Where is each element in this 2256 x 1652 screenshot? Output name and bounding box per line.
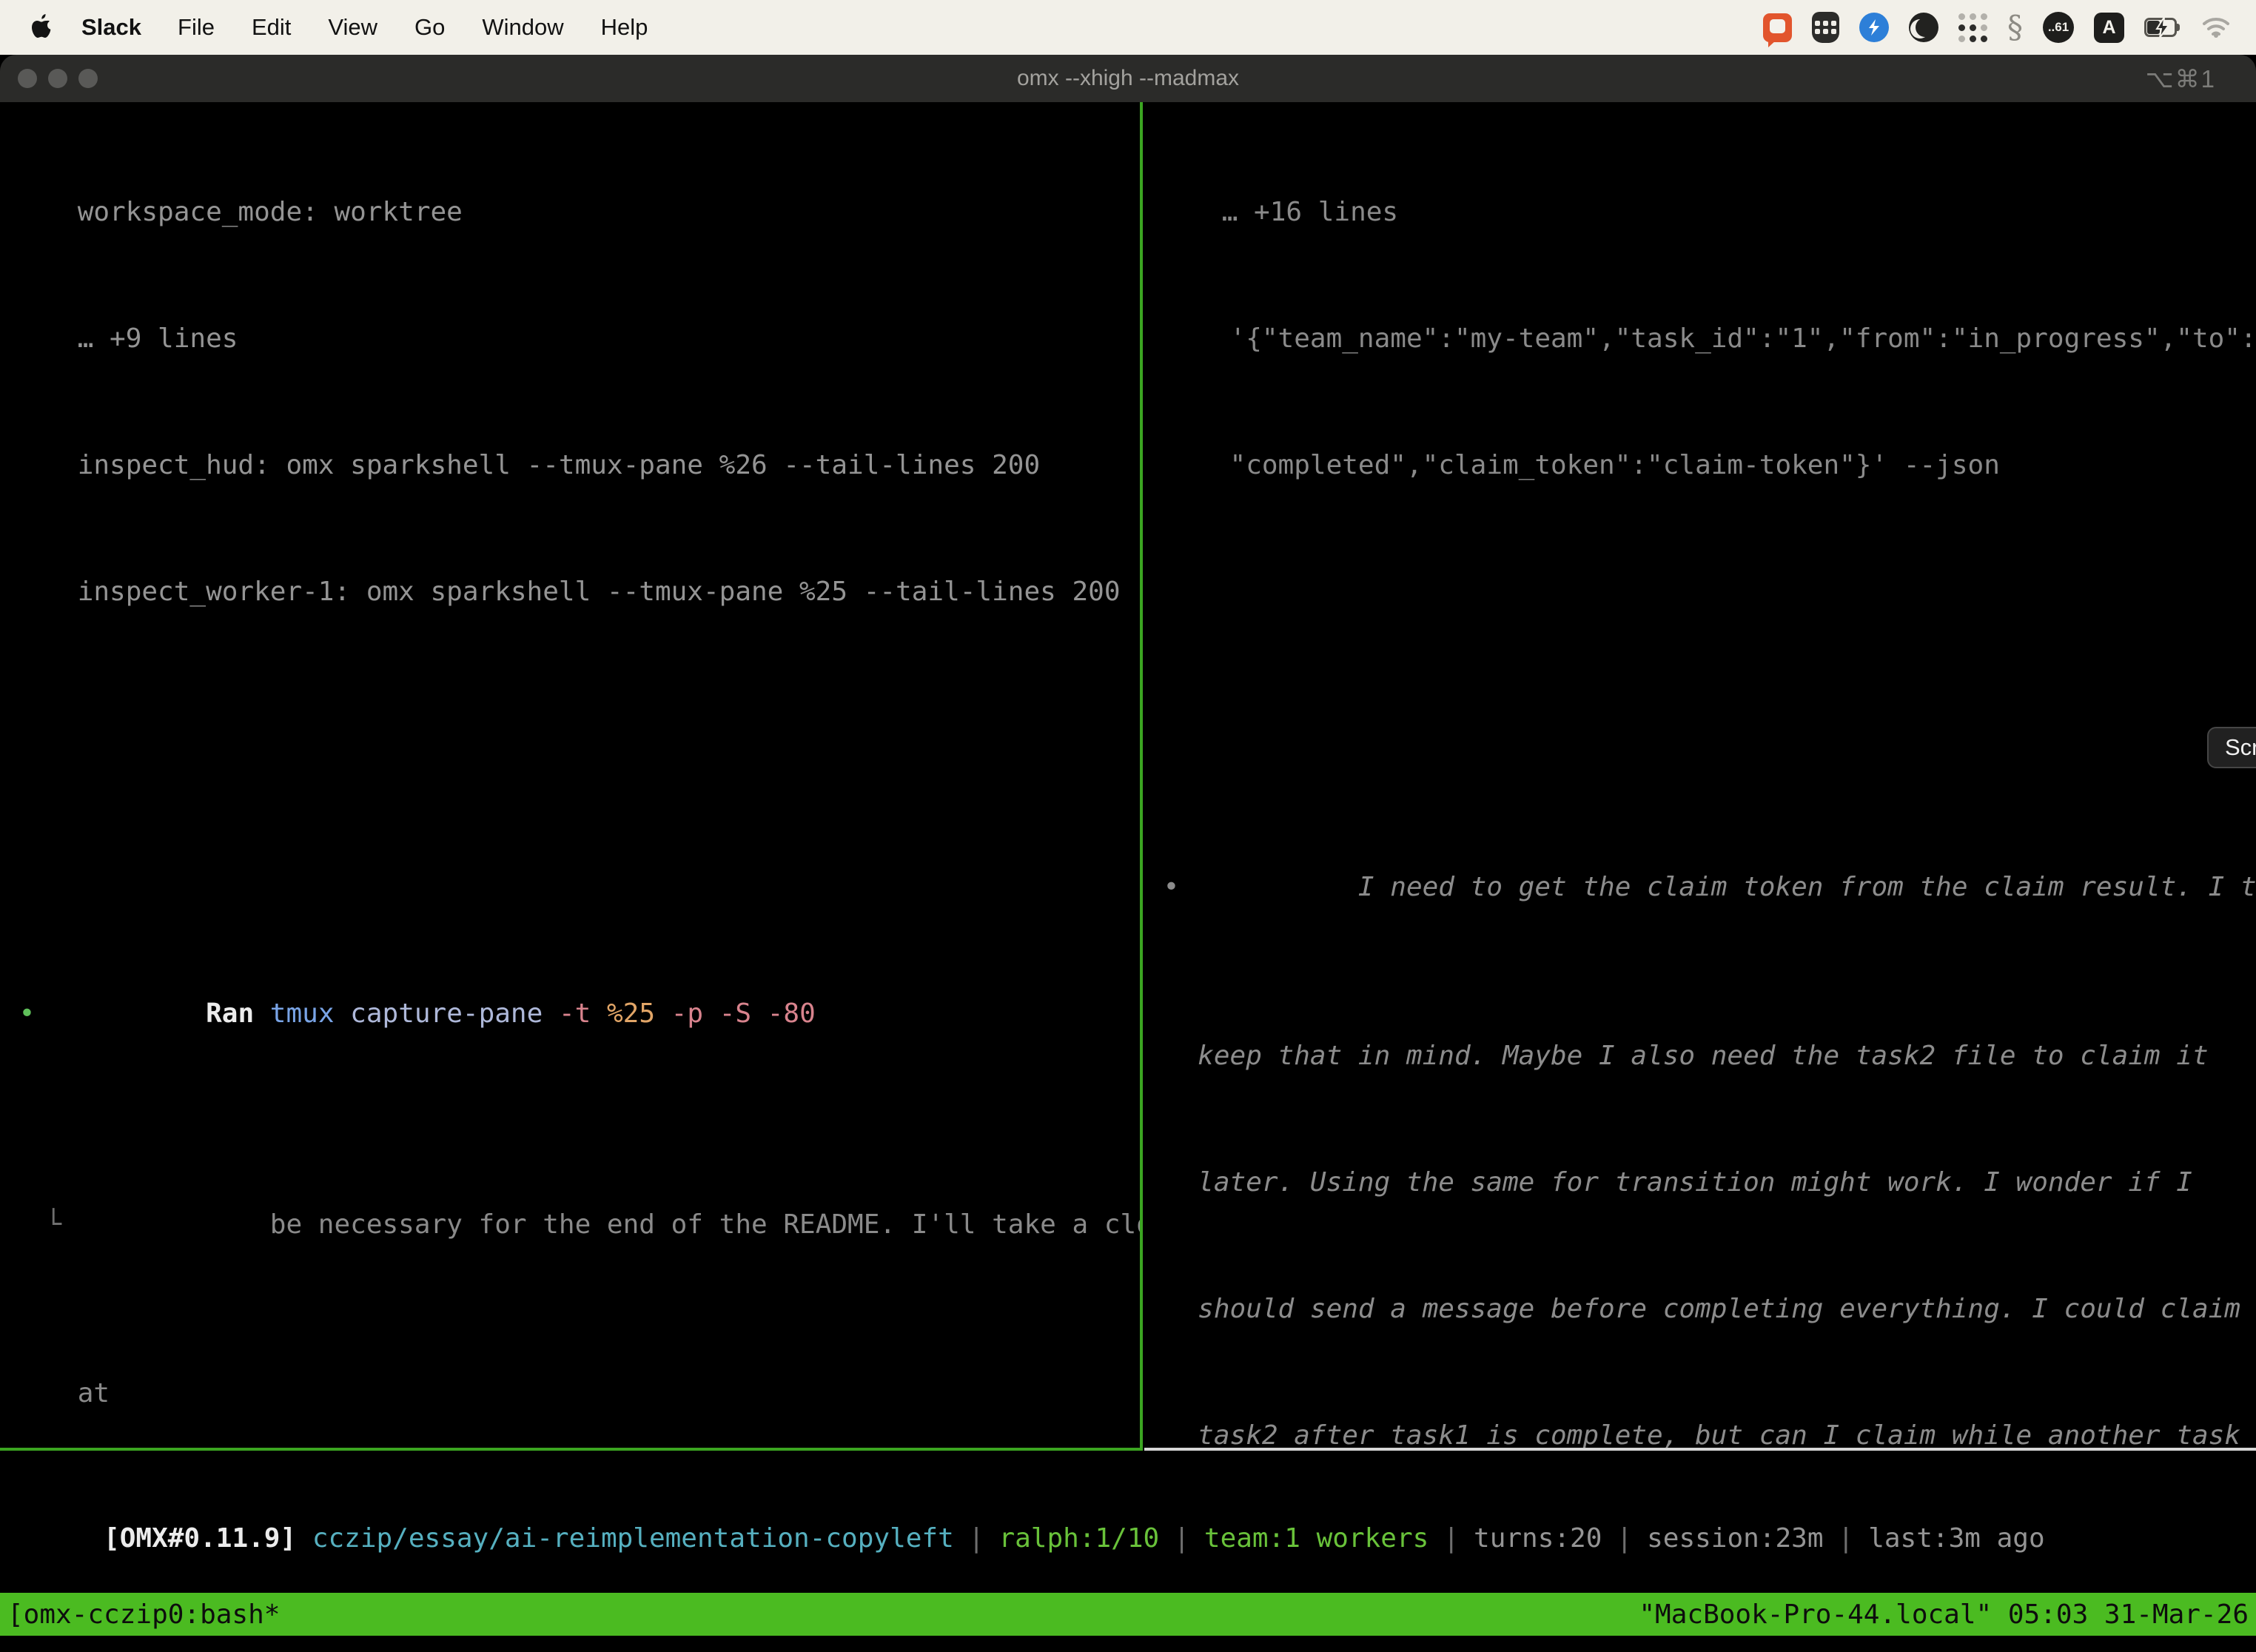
- menu-item-view[interactable]: View: [309, 14, 396, 41]
- omx-ralph-counter: ralph:1/10: [998, 1523, 1159, 1554]
- status-icons: § ..61 A: [1763, 12, 2235, 43]
- tmux-hostname: "MacBook-Pro-44.local": [1639, 1599, 1992, 1630]
- menu-bar: Slack File Edit View Go Window Help § ..…: [0, 0, 2256, 55]
- collapsed-lines-note: … +9 lines: [13, 318, 1140, 360]
- blue-badge-icon[interactable]: [1859, 13, 1889, 42]
- apple-menu[interactable]: [31, 13, 56, 42]
- wifi-icon[interactable]: [2201, 16, 2231, 38]
- terminal-content: workspace_mode: worktree … +9 lines insp…: [0, 102, 2256, 1652]
- ran-tmux-block: •Ran tmux capture-pane -t %25 -p -S -80 …: [13, 866, 1140, 1449]
- crescent-icon[interactable]: [1909, 13, 1938, 42]
- thinking-line: later. Using the same for transition mig…: [1158, 1161, 2256, 1203]
- zoom-button[interactable]: [78, 69, 98, 88]
- minimize-button[interactable]: [48, 69, 67, 88]
- omx-last-activity: last:3m ago: [1868, 1523, 2044, 1554]
- menu-item-help[interactable]: Help: [583, 14, 667, 41]
- tmux-status-bar: [omx-cczip0:bash* "MacBook-Pro-44.local"…: [0, 1593, 2256, 1636]
- counter-badge-icon[interactable]: ..61: [2043, 12, 2074, 43]
- zigzag-icon: [1866, 19, 1882, 36]
- input-source-icon[interactable]: A: [2094, 13, 2124, 43]
- screen: { "menu_bar": { "app_name": "Slack", "it…: [0, 0, 2256, 1652]
- bullet-icon: •: [1164, 866, 1180, 908]
- pane-right[interactable]: … +16 lines '{"team_name":"my-team","tas…: [1144, 102, 2256, 1449]
- terminal-window: omx --xhigh --madmax ⌥⌘1 workspace_mode:…: [0, 55, 2256, 1652]
- config-line: inspect_hud: omx sparkshell --tmux-pane …: [13, 444, 1140, 486]
- output-connector-icon: └: [45, 1203, 61, 1246]
- menu-item-file[interactable]: File: [159, 14, 233, 41]
- config-line: workspace_mode: worktree: [13, 191, 1140, 233]
- ran-command-line: •Ran tmux capture-pane -t %25 -p -S -80: [13, 950, 1140, 1077]
- dots-grid-icon[interactable]: [1958, 13, 1987, 42]
- thinking-block: •I need to get the claim token from the …: [1158, 739, 2256, 1449]
- squiggle-icon[interactable]: §: [2007, 13, 2023, 42]
- window-title: omx --xhigh --madmax: [1017, 66, 1239, 91]
- screen-tooltip: Scre: [2207, 727, 2256, 768]
- traffic-lights: [18, 69, 98, 88]
- thinking-line: keep that in mind. Maybe I also need the…: [1158, 1035, 2256, 1077]
- tmux-session-window[interactable]: [omx-cczip0:bash*: [7, 1599, 280, 1630]
- menu-item-go[interactable]: Go: [396, 14, 463, 41]
- omx-project: cczip/essay/ai-reimplementation-copyleft: [312, 1523, 954, 1554]
- battery-icon[interactable]: [2144, 18, 2181, 37]
- omx-status-line: [OMX#0.11.9] cczip/essay/ai-reimplementa…: [7, 1475, 2250, 1602]
- pane-border-active: [0, 1448, 1143, 1451]
- menu-item-edit[interactable]: Edit: [233, 14, 309, 41]
- command-output-line: └be necessary for the end of the README.…: [13, 1161, 1140, 1288]
- json-output-line: '{"team_name":"my-team","task_id":"1","f…: [1158, 318, 2256, 360]
- pane-border-inactive: [1144, 1448, 2256, 1451]
- collapsed-lines-note: … +16 lines: [1158, 191, 2256, 233]
- window-shortcut: ⌥⌘1: [2146, 64, 2216, 93]
- shield-grid-icon[interactable]: [1812, 12, 1839, 43]
- tmux-bar-right: "MacBook-Pro-44.local" 05:03 31-Mar-26: [1623, 1599, 2249, 1630]
- apple-icon: [31, 13, 53, 41]
- command-output-line: at: [13, 1372, 1140, 1414]
- close-button[interactable]: [18, 69, 37, 88]
- json-output-line: "completed","claim_token":"claim-token"}…: [1158, 444, 2256, 486]
- thinking-line: •I need to get the claim token from the …: [1158, 824, 2256, 950]
- pane-divider[interactable]: [1140, 102, 1143, 1451]
- bullet-icon: •: [19, 993, 36, 1035]
- thinking-line: should send a message before completing …: [1158, 1288, 2256, 1330]
- omx-version: [OMX#0.11.9]: [104, 1523, 312, 1554]
- tmux-date: 31-Mar-26: [2104, 1599, 2249, 1630]
- pane-left[interactable]: workspace_mode: worktree … +9 lines insp…: [0, 102, 1140, 1449]
- title-bar[interactable]: omx --xhigh --madmax ⌥⌘1: [0, 55, 2256, 102]
- app-menu-slack[interactable]: Slack: [64, 14, 159, 41]
- config-line: inspect_worker-1: omx sparkshell --tmux-…: [13, 571, 1140, 613]
- menu-item-window[interactable]: Window: [463, 14, 582, 41]
- omx-team-workers: team:1 workers: [1204, 1523, 1429, 1554]
- thinking-line: task2 after task1 is complete, but can I…: [1158, 1414, 2256, 1449]
- charging-bolt-icon: [2155, 16, 2171, 38]
- tmux-clock: 05:03: [2008, 1599, 2088, 1630]
- chat-app-icon[interactable]: [1763, 13, 1792, 42]
- omx-session-time: session:23m: [1647, 1523, 1823, 1554]
- omx-turns: turns:20: [1474, 1523, 1602, 1554]
